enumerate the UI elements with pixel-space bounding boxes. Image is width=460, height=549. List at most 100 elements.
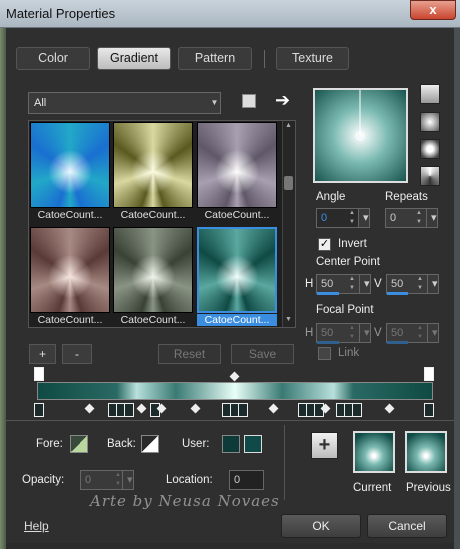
invert-label: Invert	[338, 238, 367, 250]
section-divider	[6, 420, 454, 421]
opacity-dropdown-icon[interactable]: ▾	[122, 470, 134, 490]
tab-pattern[interactable]: Pattern	[178, 47, 252, 70]
gradient-thumbnail[interactable]: CatoeCount...	[30, 122, 110, 221]
close-button[interactable]: x	[410, 0, 456, 20]
add-color-button[interactable]: +	[311, 432, 338, 459]
book-icon[interactable]	[242, 94, 256, 108]
opacity-stop-start[interactable]	[34, 367, 44, 381]
previous-label: Previous	[406, 482, 451, 494]
thumbnail-swatch	[30, 122, 110, 208]
previous-swatch[interactable]	[405, 431, 447, 473]
remove-gradient-button[interactable]: -	[62, 344, 92, 364]
help-link[interactable]: Help	[24, 519, 49, 533]
thumbnail-swatch	[197, 227, 277, 313]
back-swatch[interactable]	[141, 435, 159, 453]
tab-gradient[interactable]: Gradient	[97, 47, 171, 70]
vertical-divider	[284, 425, 285, 500]
chevron-down-icon[interactable]: ▼	[208, 92, 221, 114]
thumbnail-swatch	[113, 227, 193, 313]
gradient-thumbnail[interactable]: CatoeCount...	[113, 122, 193, 221]
thumbnail-label: CatoeCount...	[120, 209, 186, 221]
preview-svg	[315, 90, 406, 181]
user-swatch-2[interactable]	[244, 435, 262, 453]
center-v-stepper-icon[interactable]: ▲ ▼	[414, 275, 426, 293]
thumbnail-label: CatoeCount...	[204, 209, 270, 221]
gradient-thumbnail[interactable]: CatoeCount...	[113, 227, 193, 326]
center-h-label: H	[305, 278, 314, 290]
gradient-editor-bar[interactable]	[37, 382, 433, 400]
thumbnail-label: CatoeCount...	[37, 314, 103, 326]
tab-color[interactable]: Color	[16, 47, 90, 70]
user-swatch-1[interactable]	[222, 435, 240, 453]
color-stop[interactable]	[238, 403, 248, 417]
link-checkbox[interactable]	[318, 347, 331, 360]
focal-point-label: Focal Point	[316, 304, 374, 316]
center-h-level-bar	[317, 292, 339, 295]
add-gradient-button[interactable]: +	[29, 344, 56, 364]
style-rectangular-button[interactable]	[420, 112, 440, 132]
cancel-button[interactable]: Cancel	[367, 514, 447, 538]
scroll-thumb[interactable]	[284, 176, 293, 190]
thumbnail-swatch	[30, 227, 110, 313]
angle-dropdown-icon[interactable]: ▾	[358, 208, 370, 228]
gradient-thumbnail[interactable]: CatoeCount...	[30, 227, 110, 326]
thumbnail-label: CatoeCount...	[37, 209, 103, 221]
scroll-down-icon[interactable]: ▼	[284, 316, 293, 325]
fore-swatch[interactable]	[70, 435, 88, 453]
gradient-preview[interactable]	[313, 88, 408, 183]
current-label: Current	[353, 482, 392, 494]
opacity-stop-end[interactable]	[424, 367, 434, 381]
focal-h-label: H	[305, 327, 314, 339]
repeats-label: Repeats	[385, 191, 428, 203]
focal-h-stepper-icon[interactable]: ▲ ▼	[346, 324, 358, 342]
back-label: Back:	[107, 438, 136, 450]
color-stop[interactable]	[34, 403, 44, 417]
repeats-stepper-icon[interactable]: ▲ ▼	[413, 209, 425, 227]
thumbnail-label: CatoeCount...	[197, 314, 277, 326]
location-input[interactable]: 0	[229, 470, 264, 490]
focal-v-dropdown-icon[interactable]: ▾	[427, 323, 439, 343]
window-title: Material Properties	[6, 6, 116, 21]
focal-h-dropdown-icon[interactable]: ▾	[359, 323, 371, 343]
style-radial-button[interactable]	[420, 166, 440, 186]
angle-stepper-icon[interactable]: ▲ ▼	[346, 209, 358, 227]
invert-checkbox[interactable]: ✓	[318, 238, 331, 251]
repeats-dropdown-icon[interactable]: ▾	[426, 208, 438, 228]
current-swatch[interactable]	[353, 431, 395, 473]
ok-button[interactable]: OK	[281, 514, 361, 538]
category-select[interactable]: All	[28, 92, 221, 114]
link-label: Link	[338, 347, 360, 359]
focal-v-label: V	[374, 327, 382, 339]
opacity-label: Opacity:	[22, 474, 65, 486]
thumbnail-swatch	[113, 122, 193, 208]
tab-texture[interactable]: Texture	[276, 47, 349, 70]
arrow-right-icon[interactable]: ➔	[275, 90, 293, 110]
gradient-thumbnail[interactable]: CatoeCount...	[197, 227, 277, 326]
center-v-dropdown-icon[interactable]: ▾	[427, 274, 439, 294]
scroll-up-icon[interactable]: ▲	[284, 122, 293, 131]
focal-v-stepper-icon[interactable]: ▲ ▼	[414, 324, 426, 342]
center-h-dropdown-icon[interactable]: ▾	[359, 274, 371, 294]
center-v-label: V	[374, 278, 382, 290]
save-button[interactable]: Save	[231, 344, 294, 364]
tab-separator	[264, 50, 265, 68]
thumbnail-swatch	[197, 122, 277, 208]
color-stop[interactable]	[352, 403, 362, 417]
watermark-text: Arte by Neusa Novaes	[90, 492, 280, 510]
style-linear-button[interactable]	[420, 84, 440, 104]
center-point-label: Center Point	[316, 256, 380, 268]
gallery-scrollbar[interactable]	[282, 121, 295, 327]
fore-label: Fore:	[36, 438, 63, 450]
color-stop[interactable]	[424, 403, 434, 417]
reset-button[interactable]: Reset	[158, 344, 221, 364]
style-sunburst-button[interactable]	[420, 139, 440, 159]
center-h-stepper-icon[interactable]: ▲ ▼	[346, 275, 358, 293]
angle-label: Angle	[316, 191, 346, 203]
user-label: User:	[182, 438, 210, 450]
window-border	[454, 28, 460, 549]
center-v-level-bar	[387, 292, 408, 295]
color-stop[interactable]	[124, 403, 134, 417]
gradient-thumbnail[interactable]: CatoeCount...	[197, 122, 277, 221]
thumbnail-label: CatoeCount...	[120, 314, 186, 326]
focal-h-level-bar	[317, 341, 339, 344]
